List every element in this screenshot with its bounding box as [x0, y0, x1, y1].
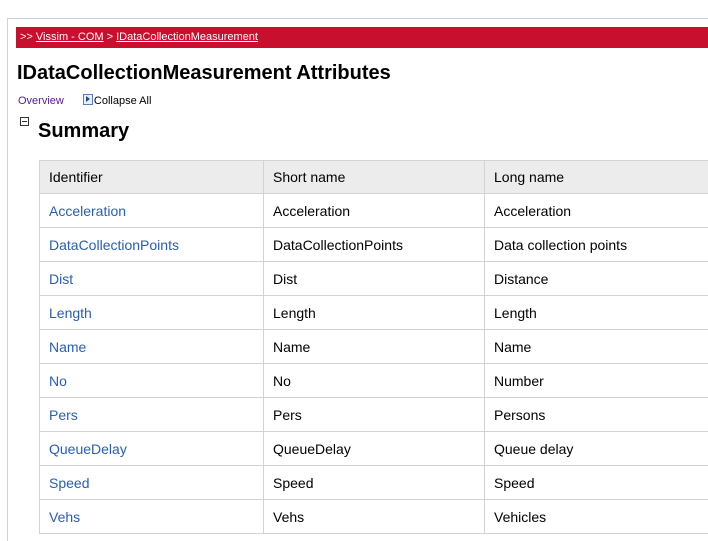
short-name-cell: Acceleration	[263, 193, 485, 228]
short-name-cell: Vehs	[263, 499, 485, 534]
table-row: Dist Dist Distance	[39, 261, 708, 296]
identifier-link[interactable]: Length	[49, 305, 92, 321]
identifier-link[interactable]: DataCollectionPoints	[49, 237, 179, 253]
identifier-link[interactable]: Pers	[49, 407, 78, 423]
identifier-cell: Length	[39, 295, 264, 330]
table-row: No No Number	[39, 363, 708, 398]
overview-link[interactable]: Overview	[18, 95, 64, 107]
long-name-cell: Acceleration	[484, 193, 708, 228]
breadcrumb-link-vissim-com[interactable]: Vissim - COM	[36, 31, 104, 43]
short-name-cell: Dist	[263, 261, 485, 296]
table-row: Name Name Name	[39, 329, 708, 364]
long-name-cell: Vehicles	[484, 499, 708, 534]
breadcrumb-separator: >	[106, 31, 114, 43]
short-name-cell: Name	[263, 329, 485, 364]
identifier-cell: Speed	[39, 465, 264, 500]
short-name-cell: QueueDelay	[263, 431, 485, 466]
long-name-cell: Data collection points	[484, 227, 708, 262]
table-row: Pers Pers Persons	[39, 397, 708, 432]
identifier-link[interactable]: Vehs	[49, 509, 80, 525]
short-name-cell: DataCollectionPoints	[263, 227, 485, 262]
column-header-short-name: Short name	[263, 160, 485, 194]
table-row: Length Length Length	[39, 295, 708, 330]
collapse-all-button[interactable]: Collapse All	[82, 94, 152, 107]
breadcrumb-prefix: >>	[20, 31, 33, 43]
summary-table: Identifier Short name Long name Accelera…	[39, 160, 708, 534]
minus-box-icon[interactable]	[20, 117, 29, 126]
identifier-cell: Vehs	[39, 499, 264, 534]
column-header-identifier: Identifier	[39, 160, 264, 194]
table-row: Vehs Vehs Vehicles	[39, 499, 708, 534]
long-name-cell: Number	[484, 363, 708, 398]
table-row: Speed Speed Speed	[39, 465, 708, 500]
short-name-cell: Speed	[263, 465, 485, 500]
identifier-cell: DataCollectionPoints	[39, 227, 264, 262]
table-row: QueueDelay QueueDelay Queue delay	[39, 431, 708, 466]
identifier-link[interactable]: Acceleration	[49, 203, 126, 219]
long-name-cell: Distance	[484, 261, 708, 296]
identifier-link[interactable]: Dist	[49, 271, 73, 287]
identifier-link[interactable]: Speed	[49, 475, 89, 491]
identifier-cell: Acceleration	[39, 193, 264, 228]
short-name-cell: No	[263, 363, 485, 398]
long-name-cell: Length	[484, 295, 708, 330]
long-name-cell: Speed	[484, 465, 708, 500]
identifier-cell: Pers	[39, 397, 264, 432]
identifier-cell: Name	[39, 329, 264, 364]
table-row: DataCollectionPoints DataCollectionPoints…	[39, 227, 708, 262]
identifier-link[interactable]: No	[49, 373, 67, 389]
table-header-row: Identifier Short name Long name	[39, 160, 708, 194]
long-name-cell: Persons	[484, 397, 708, 432]
long-name-cell: Queue delay	[484, 431, 708, 466]
page-title: IDataCollectionMeasurement Attributes	[17, 62, 391, 84]
collapse-arrow-icon	[82, 94, 93, 105]
identifier-link[interactable]: QueueDelay	[49, 441, 127, 457]
identifier-cell: QueueDelay	[39, 431, 264, 466]
short-name-cell: Pers	[263, 397, 485, 432]
short-name-cell: Length	[263, 295, 485, 330]
long-name-cell: Name	[484, 329, 708, 364]
identifier-cell: Dist	[39, 261, 264, 296]
column-header-long-name: Long name	[484, 160, 708, 194]
collapse-all-label: Collapse All	[93, 95, 152, 107]
breadcrumb-link-idatacollectionmeasurement[interactable]: IDataCollectionMeasurement	[116, 31, 258, 43]
table-row: Acceleration Acceleration Acceleration	[39, 193, 708, 228]
identifier-link[interactable]: Name	[49, 339, 86, 355]
sub-navigation: Overview Collapse All	[18, 94, 151, 107]
breadcrumb: >> Vissim - COM > IDataCollectionMeasure…	[16, 27, 708, 48]
identifier-cell: No	[39, 363, 264, 398]
section-title-summary: Summary	[38, 120, 130, 142]
